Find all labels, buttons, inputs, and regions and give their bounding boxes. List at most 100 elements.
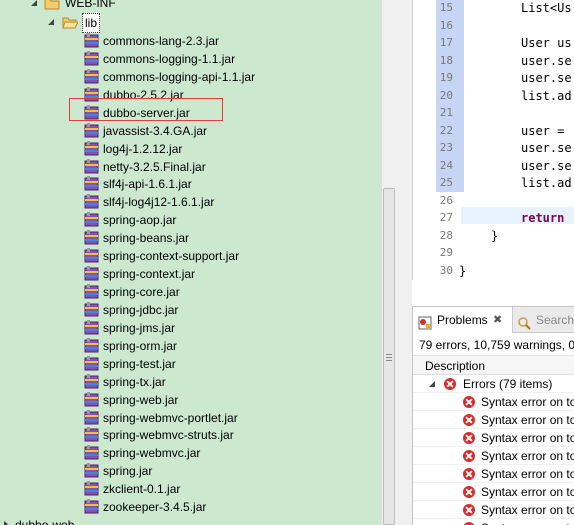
- error-row[interactable]: Syntax error on to: [413, 447, 574, 465]
- jar-icon: [84, 33, 100, 49]
- error-message: Syntax error on to: [481, 449, 574, 463]
- code-editor[interactable]: 15 16 17 18 19 20 21 22 23 24 25 26 27 28 29 30 List<Us…: [412, 0, 574, 280]
- tab-search-label: Search: [536, 313, 574, 327]
- tree-item-jar[interactable]: netty-3.2.5.Final.jar: [84, 158, 304, 176]
- tree-item-jar[interactable]: spring.jar: [84, 462, 304, 480]
- tree-item-jar[interactable]: slf4j-log4j12-1.6.1.jar: [84, 193, 304, 211]
- tree-label-jar: commons-logging-api-1.1.jar: [103, 69, 256, 84]
- tree-item-jar[interactable]: dubbo-server.jar: [84, 104, 304, 122]
- tree-item-jar[interactable]: commons-logging-1.1.jar: [84, 50, 304, 68]
- expanded-twisty-icon[interactable]: [30, 0, 38, 7]
- error-row[interactable]: Syntax error on to: [413, 519, 574, 525]
- tree-label-jar: spring-context-support.jar: [103, 249, 240, 264]
- line-number: 20: [439, 88, 453, 102]
- tree-item-jar[interactable]: zkclient-0.1.jar: [84, 480, 304, 498]
- view-sash[interactable]: [396, 0, 412, 525]
- errors-group-label: Errors (79 items): [463, 377, 553, 391]
- jar-icon: [84, 301, 100, 318]
- line-number: 22: [439, 123, 453, 137]
- tree-label-jar: dubbo-2.5.2.jar: [103, 87, 184, 102]
- collapsed-twisty-icon[interactable]: [2, 520, 10, 525]
- tree-item-jar[interactable]: spring-jdbc.jar: [84, 301, 304, 319]
- tree-item-jar[interactable]: zookeeper-3.4.5.jar: [84, 498, 304, 516]
- error-message: Syntax error on to: [481, 395, 574, 409]
- error-message: Syntax error on to: [481, 413, 574, 427]
- close-icon[interactable]: ✖: [493, 307, 502, 333]
- tree-item-jar[interactable]: spring-core.jar: [84, 283, 304, 301]
- tree-label-jar: spring-beans.jar: [103, 231, 190, 246]
- tree-label-lib: lib: [82, 13, 101, 33]
- tree-item-jar[interactable]: javassist-3.4.GA.jar: [84, 122, 304, 140]
- line-number: 18: [439, 53, 453, 67]
- line-number: 26: [439, 193, 453, 207]
- tree-label-jar: spring-orm.jar: [103, 338, 178, 353]
- error-row[interactable]: Syntax error on to: [413, 501, 574, 519]
- expanded-twisty-icon[interactable]: [47, 18, 55, 26]
- jar-icon: [84, 463, 100, 479]
- tree-item-jar[interactable]: spring-jms.jar: [84, 319, 304, 337]
- error-row[interactable]: Syntax error on to: [413, 483, 574, 501]
- tree-item-jar[interactable]: slf4j-api-1.6.1.jar: [84, 175, 304, 193]
- tree-item-jar[interactable]: dubbo-2.5.2.jar: [84, 86, 304, 104]
- tree-item-web-inf[interactable]: WEB-INF: [30, 0, 230, 12]
- tree-item-jar[interactable]: spring-webmvc.jar: [84, 444, 304, 462]
- tree-item-jar[interactable]: commons-lang-2.3.jar: [84, 32, 304, 50]
- problems-icon: [418, 313, 432, 330]
- jar-icon: [84, 373, 100, 390]
- error-row[interactable]: Syntax error on to: [413, 465, 574, 483]
- jar-icon: [84, 176, 100, 192]
- tree-item-jar[interactable]: spring-tx.jar: [84, 373, 304, 391]
- error-row[interactable]: Syntax error on to: [413, 429, 574, 447]
- tree-item-jar[interactable]: commons-logging-api-1.1.jar: [84, 68, 304, 86]
- tree-label-jar: spring-webmvc-struts.jar: [103, 428, 234, 443]
- folder-open-icon: [62, 15, 79, 29]
- problems-summary: 79 errors, 10,759 warnings, 0 c: [419, 338, 574, 352]
- tree-item-jar[interactable]: spring-orm.jar: [84, 337, 304, 355]
- tree-item-jar[interactable]: spring-test.jar: [84, 355, 304, 373]
- tree-item-lib[interactable]: lib: [47, 13, 247, 33]
- jar-icon: [84, 481, 100, 497]
- error-message: Syntax error on to: [481, 467, 574, 481]
- error-message: Syntax error on to: [481, 519, 574, 525]
- jar-icon: [84, 391, 100, 408]
- code-line: list.ad: [521, 88, 572, 103]
- tree-item-jar[interactable]: spring-webmvc-portlet.jar: [84, 409, 304, 427]
- error-row[interactable]: Syntax error on to: [413, 411, 574, 429]
- explorer-scrollbar[interactable]: [381, 0, 396, 525]
- errors-group-row[interactable]: Errors (79 items): [413, 375, 574, 393]
- tree-item-project[interactable]: dubbo-web: [0, 516, 200, 525]
- jar-icon: [84, 266, 100, 282]
- error-row[interactable]: Syntax error on to: [413, 393, 574, 411]
- tree-item-jar[interactable]: spring-context-support.jar: [84, 247, 304, 265]
- jar-icon: [84, 427, 100, 443]
- tree-item-jar[interactable]: spring-webmvc-struts.jar: [84, 426, 304, 444]
- tree-label-jar: spring-core.jar: [103, 285, 180, 300]
- jar-icon: [84, 499, 100, 515]
- code-line: list.ad: [521, 176, 572, 190]
- code-line: user.se: [521, 71, 572, 85]
- tree-item-jar[interactable]: spring-web.jar: [84, 391, 304, 409]
- code-line: user =: [521, 123, 565, 138]
- code-line: }: [491, 228, 499, 243]
- tree-label-jar: spring-context.jar: [103, 267, 196, 282]
- jar-icon: [84, 284, 100, 300]
- tree-label-jar: spring-web.jar: [103, 392, 179, 407]
- error-icon: [463, 486, 475, 498]
- line-number: 30: [439, 263, 453, 277]
- error-icon: [463, 450, 475, 462]
- tree-label-project: dubbo-web: [15, 518, 75, 525]
- tree-item-jar[interactable]: spring-context.jar: [84, 265, 304, 283]
- line-number: 16: [439, 18, 453, 32]
- tree-label-jar: spring-webmvc-portlet.jar: [103, 410, 238, 425]
- scrollbar-thumb[interactable]: [383, 188, 395, 525]
- tab-problems-label: Problems: [437, 313, 488, 327]
- jar-icon: [84, 194, 100, 210]
- column-header-description[interactable]: Description: [413, 355, 574, 375]
- line-number: 27: [439, 211, 453, 224]
- tree-item-jar[interactable]: spring-aop.jar: [84, 211, 304, 229]
- expanded-twisty-icon[interactable]: [428, 380, 436, 388]
- tree-item-jar[interactable]: spring-beans.jar: [84, 229, 304, 247]
- tree-label-jar: zkclient-0.1.jar: [103, 482, 181, 497]
- tab-problems[interactable]: Problems ✖: [413, 307, 513, 333]
- tree-item-jar[interactable]: log4j-1.2.12.jar: [84, 140, 304, 158]
